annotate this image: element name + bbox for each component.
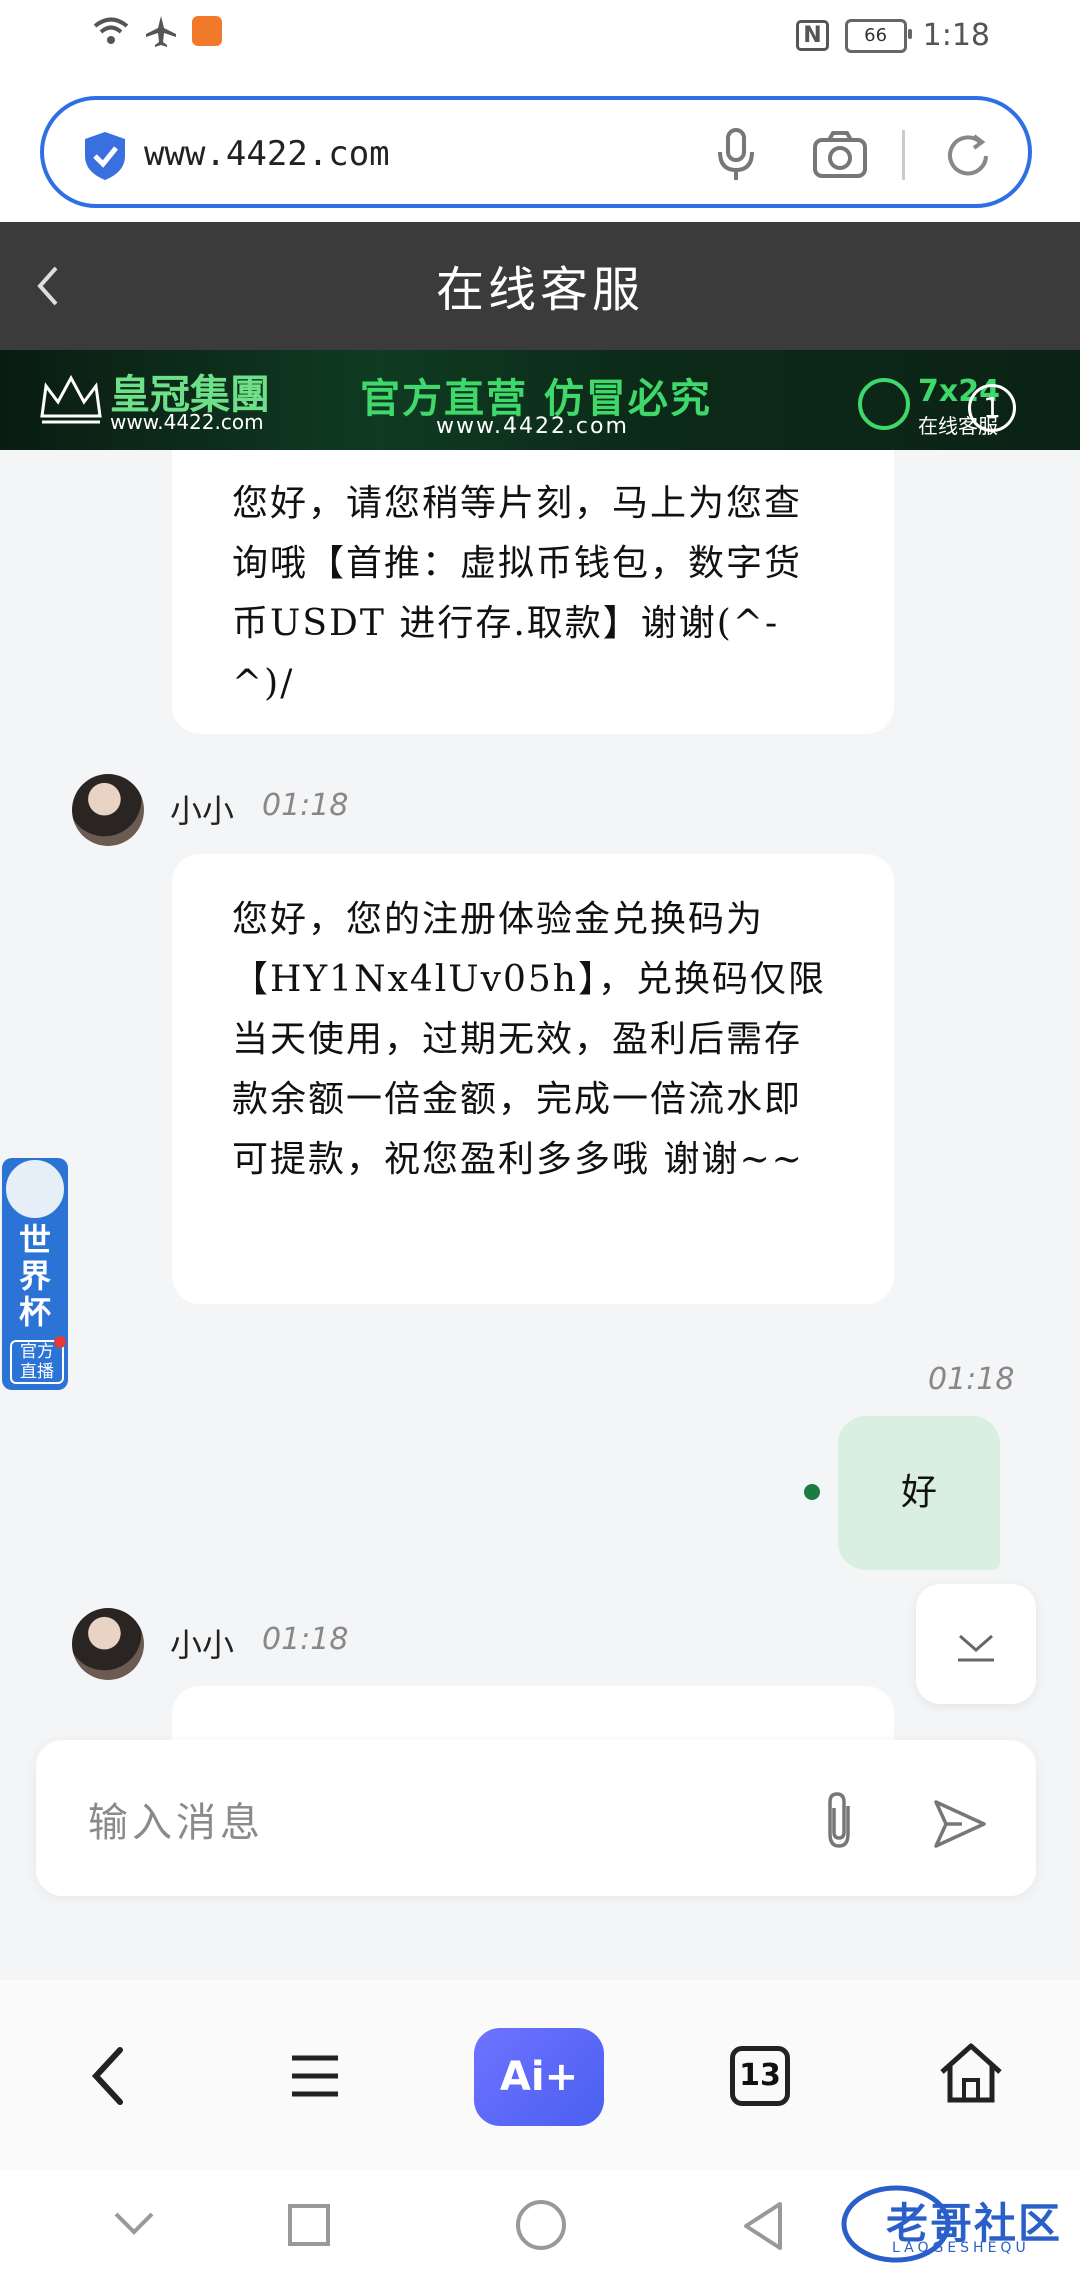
sent-status-dot [804,1484,820,1500]
ai-assistant-button[interactable]: Ai+ [474,2028,604,2126]
banner-brand-url: www.4422.com [110,410,264,434]
page-title: 在线客服 [435,262,644,318]
message-time: 01:18 [262,1622,349,1657]
message-text: 您好，请您稍等片刻，马上为您查询哦【首推：虚拟币钱包，数字货币USDT 进行存.… [232,483,803,704]
microphone-icon[interactable] [716,128,756,182]
home-icon[interactable] [936,2040,1006,2106]
wifi-icon [93,17,129,44]
message-time: 01:18 [928,1362,1015,1397]
message-input[interactable]: 输入消息 [88,1790,264,1848]
url-text[interactable]: www.4422.com [144,134,390,174]
hide-keyboard-icon[interactable] [112,2208,156,2238]
camera-icon[interactable] [812,130,868,180]
banner-url: www.4422.com [436,414,629,439]
notification-dot [54,1336,66,1348]
message-bubble: 您好，请您稍等片刻，马上为您查询哦【首推：虚拟币钱包，数字货币USDT 进行存.… [172,450,894,734]
system-back-icon[interactable] [740,2200,788,2252]
send-icon[interactable] [932,1798,988,1850]
nfc-icon: N [796,20,829,51]
sender-name: 小小 [170,792,235,830]
soccer-ball-icon [4,1158,66,1220]
headset-icon [858,378,910,430]
toolbar-divider [902,130,905,180]
app-notification-icon [192,16,222,46]
message-time: 01:18 [262,788,349,823]
message-text: 好 [900,1472,937,1513]
attachment-icon[interactable] [818,1790,860,1852]
airplane-mode-icon [146,16,176,47]
message-text: 您好，您的注册体验金兑换码为【HY1Nx4lUv05h】，兑换码仅限当天使用，过… [232,899,826,1180]
watermark-subtext: LAOGESHEQU [892,2240,1030,2256]
avatar[interactable] [72,1608,144,1680]
clock: 1:18 [922,18,990,53]
recents-button[interactable] [288,2204,330,2246]
back-icon[interactable] [84,2044,136,2108]
crown-logo-icon [40,374,102,424]
banner-close-button[interactable]: 1 [968,384,1016,432]
world-cup-title: 世界杯 [18,1221,51,1331]
tabs-button[interactable]: 13 [730,2046,790,2106]
refresh-icon[interactable] [942,130,994,182]
self-message-bubble: 好 [838,1416,1000,1570]
chevron-down-icon [958,1634,994,1662]
avatar[interactable] [72,774,144,846]
home-button[interactable] [516,2200,566,2250]
scroll-to-bottom-button[interactable] [916,1584,1036,1704]
message-bubble: 您好，您的注册体验金兑换码为【HY1Nx4lUv05h】，兑换码仅限当天使用，过… [172,854,894,1304]
battery-level: 66 [864,25,888,46]
status-icons-right: N 66 1:18 [796,18,990,53]
battery-icon: 66 [844,18,912,53]
sender-name: 小小 [170,1626,235,1664]
status-icons-left [92,14,222,48]
menu-icon[interactable] [290,2052,340,2100]
shield-icon [85,132,125,180]
